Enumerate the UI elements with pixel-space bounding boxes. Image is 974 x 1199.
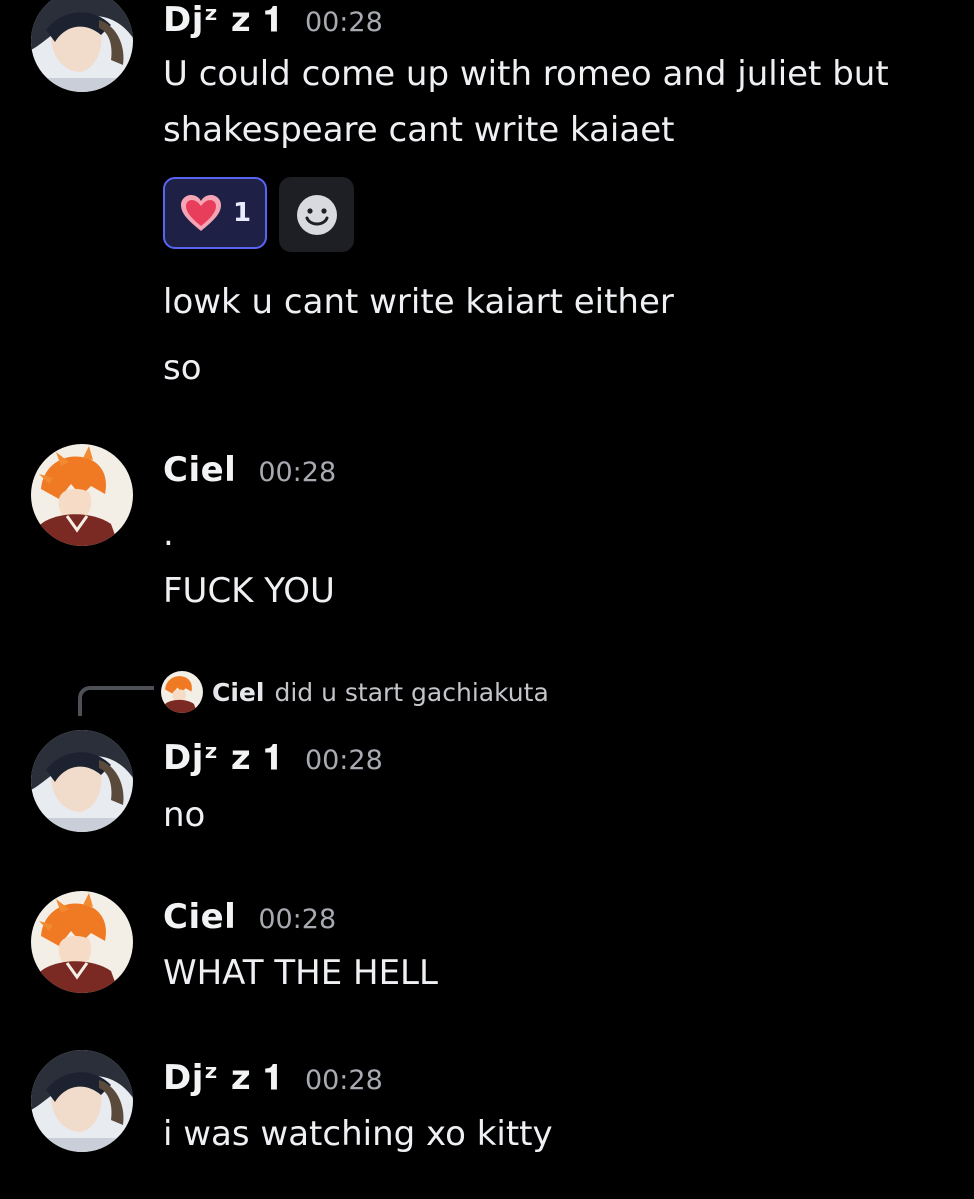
message-text: . [163,514,174,554]
avatar-dj-image [31,730,133,832]
reply-text: did u start gachiakuta [274,677,549,707]
message-header: Ciel 00:28 [163,450,336,490]
author-name[interactable]: Djᶻ z 𝟏 [163,1058,283,1098]
avatar-ciel-mini [161,671,203,713]
heart-icon [180,195,221,231]
smiley-icon [296,194,337,235]
avatar-dj-image [31,1050,133,1152]
message-text: FUCK YOU [163,571,335,611]
message-text: lowk u cant write kaiart either [163,282,674,322]
reaction-heart[interactable]: 1 [163,177,267,249]
reply-connector [78,686,154,716]
reply-avatar [161,671,203,713]
message-header: Djᶻ z 𝟏 00:28 [163,1058,383,1098]
timestamp: 00:28 [304,7,383,38]
timestamp: 00:28 [258,457,337,488]
reaction-bar: 1 [163,177,354,252]
avatar-ciel-image [31,891,133,993]
message-text: so [163,348,202,388]
avatar-dj-image [31,0,133,92]
avatar-dj[interactable] [31,1050,133,1152]
avatar-ciel-image [31,444,133,546]
timestamp: 00:28 [304,1065,383,1096]
timestamp: 00:28 [304,745,383,776]
reply-author: Ciel [212,677,265,707]
message-text: no [163,795,206,835]
timestamp: 00:28 [258,904,337,935]
avatar-dj[interactable] [31,730,133,832]
reply-reference[interactable]: Ciel did u start gachiakuta [161,671,549,713]
message-header: Djᶻ z 𝟏 00:28 [163,738,383,778]
author-name[interactable]: Djᶻ z 𝟏 [163,738,283,778]
message-text: shakespeare cant write kaiaet [163,110,675,150]
message-header: Ciel 00:28 [163,897,336,937]
author-name[interactable]: Djᶻ z 𝟏 [163,0,283,40]
avatar-ciel[interactable] [31,444,133,546]
avatar-dj[interactable] [31,0,133,92]
author-name[interactable]: Ciel [163,450,236,490]
message-text: WHAT THE HELL [163,953,438,993]
message-text: U could come up with romeo and juliet bu… [163,54,889,94]
reaction-count: 1 [232,198,252,228]
author-name[interactable]: Ciel [163,897,236,937]
avatar-ciel[interactable] [31,891,133,993]
message-header: Djᶻ z 𝟏 00:28 [163,0,383,40]
message-text: i was watching xo kitty [163,1114,553,1154]
add-reaction-button[interactable] [279,177,354,252]
